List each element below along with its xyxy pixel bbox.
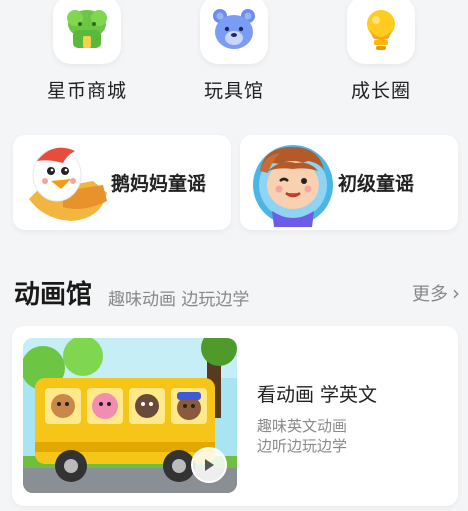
- video-thumbnail[interactable]: [23, 338, 237, 493]
- top-nav: 星币商城 玩具馆 成长圈: [0, 0, 468, 115]
- nav-item-star-mall[interactable]: 星币商城: [27, 0, 147, 103]
- growth-circle-label: 成长圈: [350, 80, 411, 102]
- nav-item-toy-hall[interactable]: 玩具馆: [174, 0, 294, 103]
- chevron-right-icon: ›: [452, 281, 460, 305]
- section-title: 动画馆: [14, 280, 93, 310]
- video-card[interactable]: 看动画 学英文 趣味英文动画 边听边玩边学: [12, 326, 458, 506]
- play-icon: [205, 459, 214, 471]
- toy-hall-label: 玩具馆: [203, 80, 264, 102]
- lightbulb-icon: [367, 10, 395, 50]
- video-description-line2: 边听边玩边学: [257, 437, 348, 455]
- green-house-icon: [67, 10, 107, 48]
- star-mall-label: 星币商城: [46, 80, 127, 102]
- bear-icon: [213, 9, 255, 49]
- play-button[interactable]: [191, 447, 227, 483]
- card-beginner-songs[interactable]: 初级童谣: [240, 135, 458, 230]
- nav-item-growth-circle[interactable]: 成长圈: [321, 0, 441, 103]
- card-mother-goose[interactable]: 鹅妈妈童谣: [13, 135, 231, 230]
- growth-circle-tile[interactable]: [347, 0, 415, 64]
- video-description-line1: 趣味英文动画: [257, 417, 348, 435]
- toy-hall-tile[interactable]: [200, 0, 268, 64]
- goose-character-icon: [29, 147, 107, 221]
- more-label: 更多: [412, 284, 448, 305]
- mother-goose-title: 鹅妈妈童谣: [111, 173, 207, 195]
- star-mall-tile[interactable]: [53, 0, 121, 64]
- boy-character-icon: [253, 145, 333, 227]
- beginner-songs-title: 初级童谣: [338, 173, 415, 195]
- section-subtitle: 趣味动画 边玩边学: [108, 290, 250, 310]
- more-button[interactable]: 更多 ›: [412, 280, 460, 306]
- video-title: 看动画 学英文: [257, 384, 378, 406]
